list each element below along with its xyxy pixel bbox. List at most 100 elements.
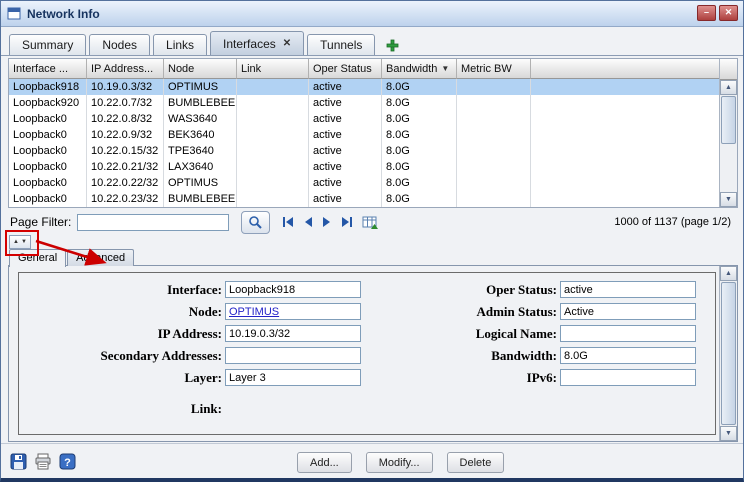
layer-field[interactable]: Layer 3 [225, 369, 361, 386]
column-header-node[interactable]: Node [164, 59, 237, 79]
add-button[interactable]: Add... [297, 452, 352, 473]
tab-summary[interactable]: Summary [9, 34, 86, 55]
add-tab-button[interactable] [383, 35, 401, 55]
table-cell: Loopback0 [9, 143, 87, 159]
table-cell: WAS3640 [164, 111, 237, 127]
scroll-up-button[interactable]: ▲ [720, 266, 737, 281]
table-cell: 10.22.0.21/32 [87, 159, 164, 175]
logical-name-label: Logical Name: [354, 326, 559, 342]
admin-status-field[interactable]: Active [560, 303, 696, 320]
previous-page-button[interactable] [304, 216, 313, 228]
table-cell: Loopback918 [9, 79, 87, 95]
first-page-button[interactable] [282, 216, 295, 228]
logical-name-field[interactable] [560, 325, 696, 342]
table-cell: active [309, 191, 382, 207]
ipv6-label: IPv6: [354, 370, 559, 386]
ip-address-label: IP Address: [19, 326, 224, 342]
table-cell: 8.0G [382, 79, 457, 95]
table-cell: 8.0G [382, 159, 457, 175]
help-button[interactable]: ? [59, 453, 76, 470]
table-vertical-scrollbar[interactable]: ▲ ▼ [719, 59, 737, 207]
column-header-bandwidth[interactable]: Bandwidth▼ [382, 59, 457, 79]
table-row[interactable]: Loopback918 10.19.0.3/32 OPTIMUS active … [9, 79, 719, 95]
title-bar[interactable]: Network Info – ✕ [1, 1, 743, 27]
tab-nodes[interactable]: Nodes [89, 34, 150, 55]
interfaces-table: Interface ... IP Address... Node Link Op… [8, 58, 738, 208]
table-cell: 10.22.0.8/32 [87, 111, 164, 127]
previous-page-icon [304, 216, 313, 228]
table-row[interactable]: Loopback0 10.22.0.15/32 TPE3640 active 8… [9, 143, 719, 159]
scroll-down-button[interactable]: ▼ [720, 192, 737, 207]
table-row[interactable]: Loopback0 10.22.0.23/32 BUMBLEBEE active… [9, 191, 719, 207]
delete-button[interactable]: Delete [447, 452, 505, 473]
ipv6-field[interactable] [560, 369, 696, 386]
table-row[interactable]: Loopback0 10.22.0.21/32 LAX3640 active 8… [9, 159, 719, 175]
next-page-icon [322, 216, 331, 228]
table-cell [457, 95, 531, 111]
search-button[interactable] [241, 211, 270, 234]
detail-vertical-scrollbar[interactable]: ▲ ▼ [719, 266, 737, 441]
node-label: Node: [19, 304, 224, 320]
close-tab-icon[interactable]: ✕ [283, 38, 291, 49]
bandwidth-field[interactable]: 8.0G [560, 347, 696, 364]
tab-label: Summary [22, 38, 73, 52]
admin-status-label: Admin Status: [354, 304, 559, 320]
table-cell: Loopback0 [9, 127, 87, 143]
table-cell [531, 191, 719, 207]
scroll-up-button[interactable]: ▲ [720, 80, 737, 95]
table-row[interactable]: Loopback0 10.22.0.22/32 OPTIMUS active 8… [9, 175, 719, 191]
ip-address-field[interactable]: 10.19.0.3/32 [225, 325, 361, 342]
interface-label: Interface: [19, 282, 224, 298]
secondary-addresses-label: Secondary Addresses: [19, 348, 224, 364]
table-cell: 10.22.0.15/32 [87, 143, 164, 159]
node-field[interactable]: OPTIMUS [225, 303, 361, 320]
column-header-link[interactable]: Link [237, 59, 309, 79]
scroll-down-button[interactable]: ▼ [720, 426, 737, 441]
print-button[interactable] [34, 453, 52, 470]
next-page-button[interactable] [322, 216, 331, 228]
secondary-addresses-field[interactable] [225, 347, 361, 364]
table-cell: Loopback0 [9, 191, 87, 207]
scrollbar-thumb[interactable] [721, 96, 736, 144]
detail-panel: Interface: Loopback918 Node: OPTIMUS IP … [8, 265, 738, 442]
scrollbar-track[interactable] [720, 281, 737, 426]
goto-page-button[interactable] [362, 215, 379, 230]
table-cell: 10.22.0.7/32 [87, 95, 164, 111]
table-row[interactable]: Loopback0 10.22.0.8/32 WAS3640 active 8.… [9, 111, 719, 127]
table-cell [457, 175, 531, 191]
table-cell: active [309, 127, 382, 143]
scrollbar-thumb[interactable] [721, 282, 736, 425]
table-cell: 8.0G [382, 95, 457, 111]
column-header-interface[interactable]: Interface ... [9, 59, 87, 79]
tab-label: Nodes [102, 38, 137, 52]
column-header-oper-status[interactable]: Oper Status [309, 59, 382, 79]
goto-page-icon [362, 215, 379, 230]
scrollbar-track[interactable] [720, 95, 737, 192]
column-header-ip-address[interactable]: IP Address... [87, 59, 164, 79]
table-cell: active [309, 143, 382, 159]
table-cell [531, 127, 719, 143]
table-cell [457, 143, 531, 159]
tab-links[interactable]: Links [153, 34, 207, 55]
minimize-button[interactable]: – [697, 5, 716, 21]
close-button[interactable]: ✕ [719, 5, 738, 21]
link-label: Link: [19, 401, 224, 417]
page-status-text: 1000 of 1137 (page 1/2) [614, 216, 731, 228]
tab-tunnels[interactable]: Tunnels [307, 34, 375, 55]
table-cell: active [309, 111, 382, 127]
table-row[interactable]: Loopback0 10.22.0.9/32 BEK3640 active 8.… [9, 127, 719, 143]
save-button[interactable] [10, 453, 27, 470]
page-filter-input[interactable] [77, 214, 229, 231]
modify-button[interactable]: Modify... [366, 452, 433, 473]
interface-field[interactable]: Loopback918 [225, 281, 361, 298]
last-page-button[interactable] [340, 216, 353, 228]
table-cell: 8.0G [382, 111, 457, 127]
tab-label: Links [166, 38, 194, 52]
column-header-metric-bw[interactable]: Metric BW [457, 59, 531, 79]
table-cell: OPTIMUS [164, 79, 237, 95]
oper-status-field[interactable]: active [560, 281, 696, 298]
node-link[interactable]: OPTIMUS [229, 306, 279, 318]
table-row[interactable]: Loopback920 10.22.0.7/32 BUMBLEBEE activ… [9, 95, 719, 111]
tab-interfaces[interactable]: Interfaces ✕ [210, 31, 304, 55]
table-cell: Loopback0 [9, 175, 87, 191]
